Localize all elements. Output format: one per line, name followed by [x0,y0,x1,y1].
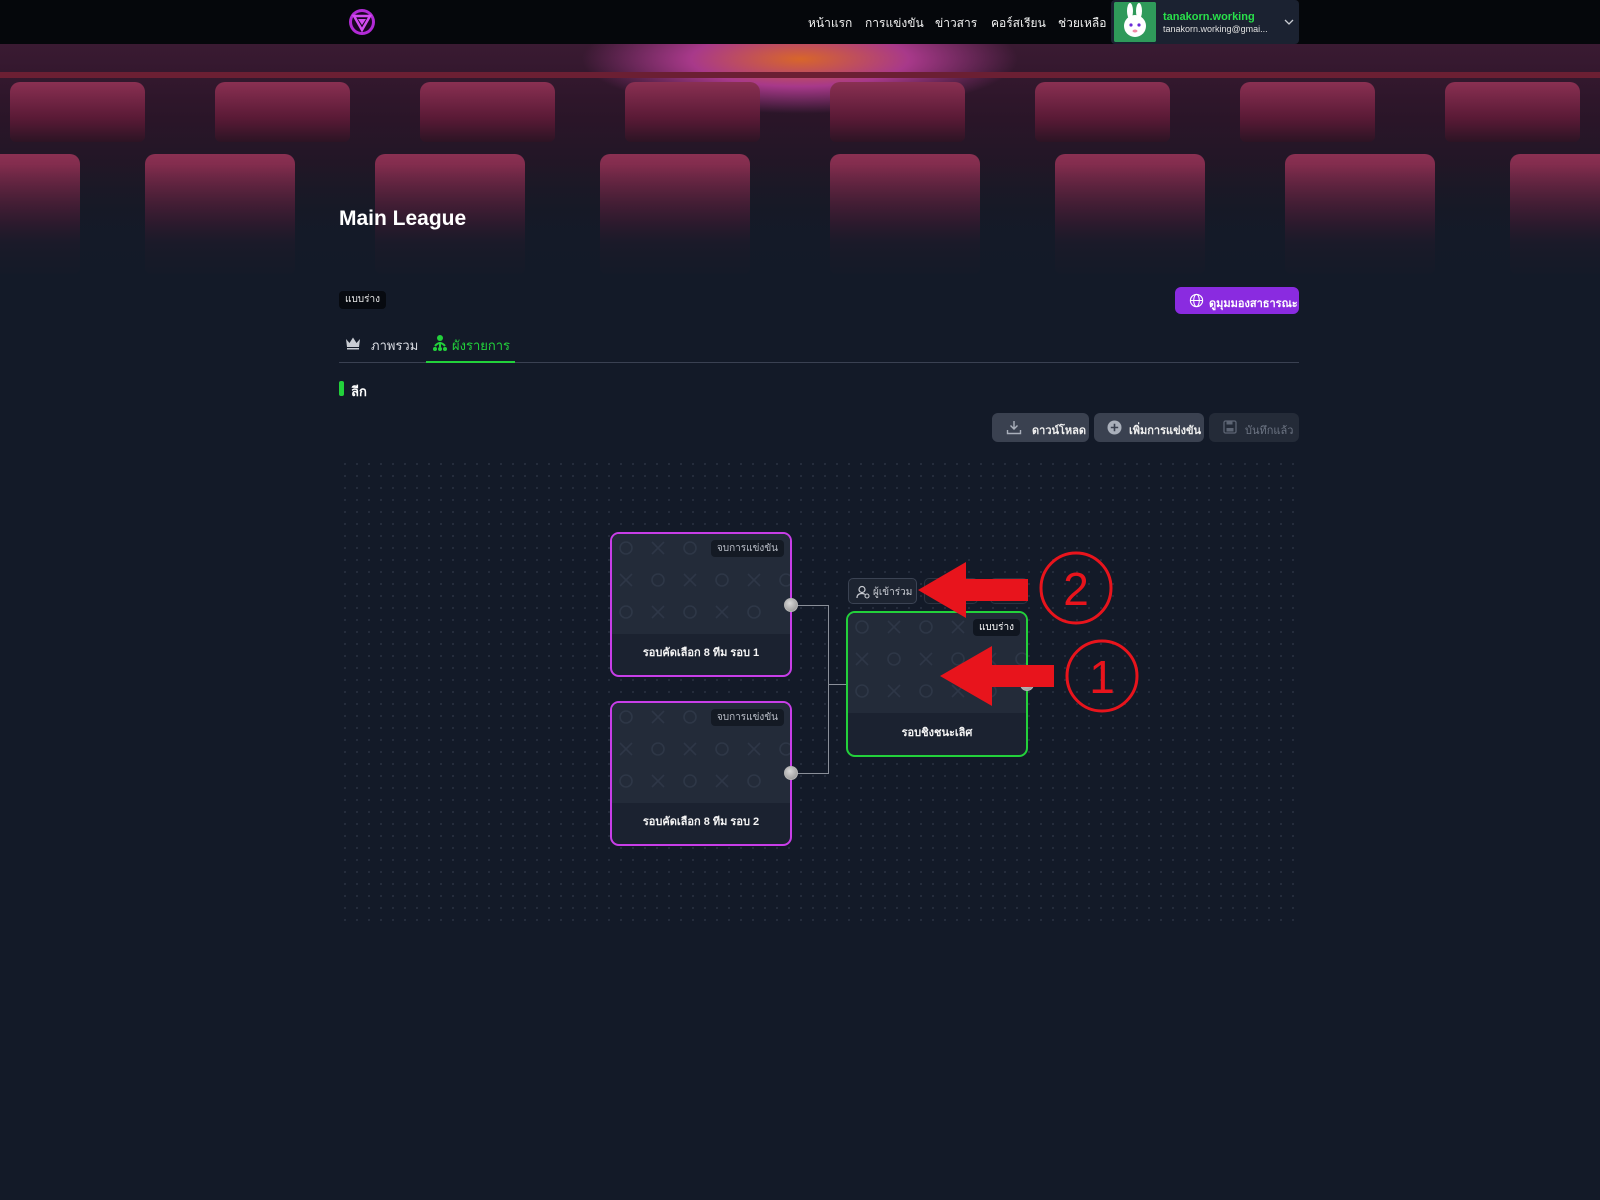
match-name: รอบชิงชนะเลิศ [901,727,973,739]
nav-home[interactable]: หน้าแรก [808,14,852,33]
org-chart-icon [432,334,448,357]
add-match-button[interactable]: เพิ่มการแข่งขัน [1094,413,1204,442]
bracket-connector [828,605,829,774]
user-email: tanakorn.working@gmai... [1163,24,1268,34]
match-status-badge: แบบร่าง [972,619,1020,636]
nav-help[interactable]: ช่วยเหลือ [1058,14,1107,33]
tab-bracket[interactable]: ผังรายการ [426,328,515,363]
tab-overview[interactable]: ภาพรวม [345,328,423,363]
match-name: รอบคัดเลือก 8 ทีม รอบ 1 [642,647,760,659]
hero-seat [215,82,350,142]
globe-icon [1189,293,1204,313]
user-settings-icon [856,585,870,604]
download-button[interactable]: ดาวน์โหลด [992,413,1089,442]
match-status-badge: จบการแข่งขัน [710,540,784,557]
match-action-button[interactable] [990,578,1028,604]
hero-seat [420,82,555,142]
chevron-down-icon[interactable] [1284,14,1294,32]
match-name: รอบคัดเลือก 8 ทีม รอบ 2 [642,816,760,828]
hero-seat [1240,82,1375,142]
saved-button[interactable]: บันทึกแล้ว [1209,413,1299,442]
tab-overview-label: ภาพรวม [371,338,419,353]
nav-courses[interactable]: คอร์สเรียน [991,14,1046,33]
download-label: ดาวน์โหลด [1032,425,1087,437]
participants-button[interactable]: ผู้เข้าร่วม [848,578,917,604]
match-card-qualifier-2[interactable]: จบการแข่งขัน รอบคัดเลือก 8 ทีม รอบ 2 [610,701,792,846]
user-menu[interactable]: tanakorn.working tanakorn.working@gmai..… [1111,0,1299,44]
hero-banner [0,44,1600,294]
section-marker [339,381,344,396]
add-match-label: เพิ่มการแข่งขัน [1129,425,1202,437]
hero-seat [1445,82,1580,142]
hero-seat [1035,82,1170,142]
hero-seat [625,82,760,142]
match-action-button[interactable] [924,578,978,604]
hero-seat [10,82,145,142]
match-card-qualifier-1[interactable]: จบการแข่งขัน รอบคัดเลือก 8 ทีม รอบ 1 [610,532,792,677]
section-title: ลีก [351,384,367,399]
match-card-final[interactable]: แบบร่าง รอบชิงชนะเลิศ [846,611,1028,757]
tab-bar: ภาพรวม ผังรายการ [339,328,1299,363]
bracket-connector [828,684,848,685]
tab-bracket-label: ผังรายการ [452,338,511,353]
nav-competitions[interactable]: การแข่งขัน [865,14,924,33]
avatar [1114,2,1156,42]
crown-icon [345,336,361,355]
bracket-canvas[interactable] [339,458,1299,928]
top-navbar: หน้าแรก การแข่งขัน ข่าวสาร คอร์สเรียน ช่… [0,0,1600,44]
connector-handle[interactable] [784,766,798,780]
connector-handle[interactable] [784,598,798,612]
public-view-label: ดูมุมมองสาธารณะ [1209,298,1298,310]
plus-circle-icon [1107,420,1122,440]
user-name: tanakorn.working [1163,11,1255,23]
saved-label: บันทึกแล้ว [1245,425,1294,437]
download-icon [1006,420,1022,440]
public-view-button[interactable]: ดูมุมมองสาธารณะ [1175,287,1299,314]
connector-handle[interactable] [1020,677,1034,691]
nav-news[interactable]: ข่าวสาร [935,14,977,33]
match-status-badge: จบการแข่งขัน [710,709,784,726]
status-badge: แบบร่าง [339,291,387,309]
participants-label: ผู้เข้าร่วม [873,587,913,598]
page-title: Main League [339,207,467,230]
hero-rail [0,72,1600,78]
save-icon [1223,420,1237,439]
brand-logo[interactable] [347,7,377,37]
hero-seat [830,82,965,142]
hero-fade [0,164,1600,294]
